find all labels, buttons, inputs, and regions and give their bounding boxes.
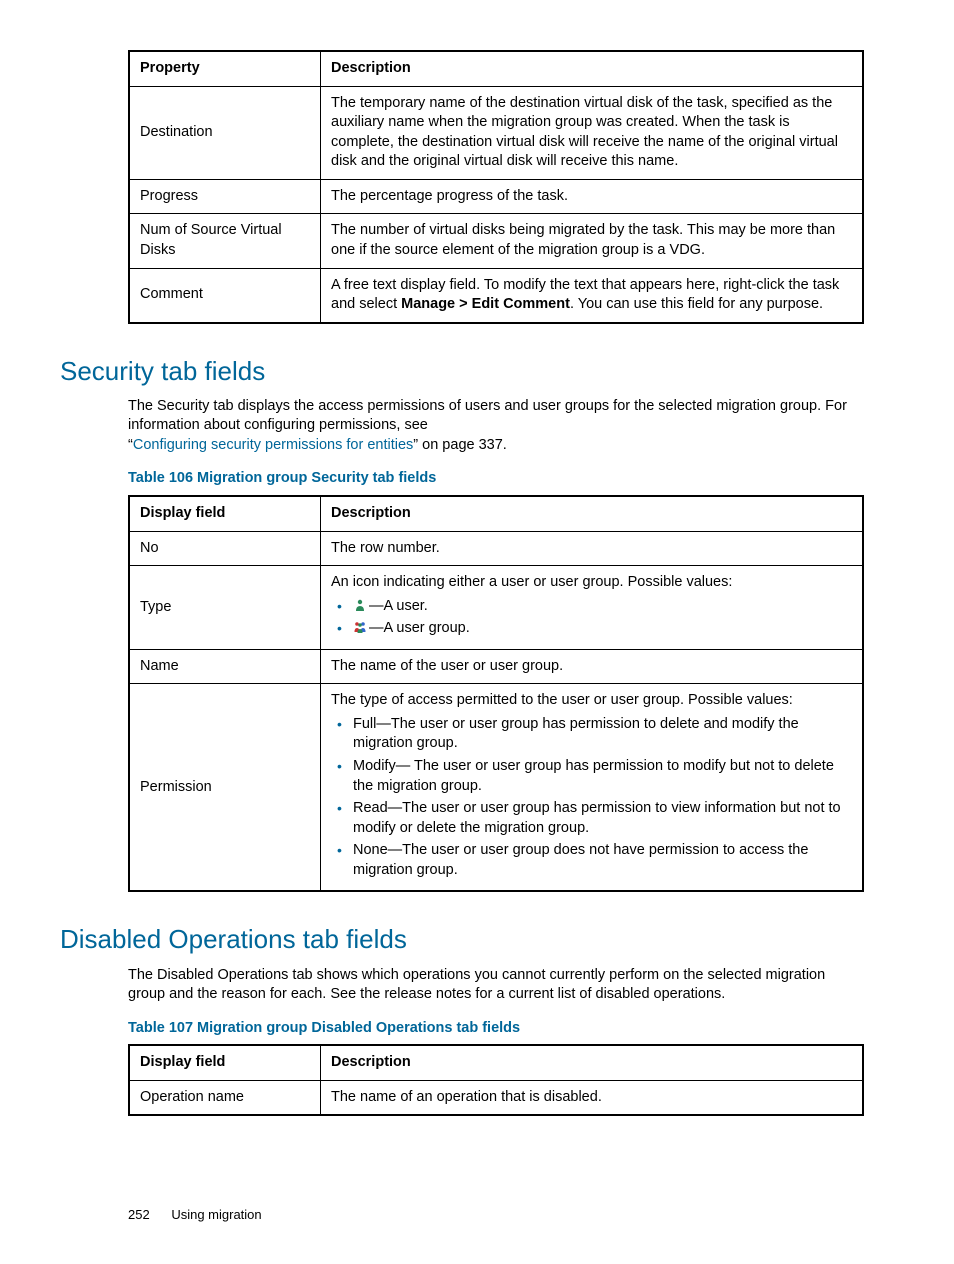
page-footer: 252 Using migration — [128, 1206, 864, 1224]
table-caption: Table 106 Migration group Security tab f… — [128, 469, 864, 489]
table-row: Operation name The name of an operation … — [129, 1080, 863, 1115]
col-description: Description — [321, 1045, 864, 1080]
text: ” on page 337. — [413, 437, 507, 453]
security-table: Display field Description No The row num… — [128, 495, 864, 892]
cell-display-field: Type — [129, 566, 321, 650]
list-item: —A user. — [335, 597, 852, 617]
col-description: Description — [321, 51, 864, 86]
cell-description: An icon indicating either a user or user… — [321, 566, 864, 650]
table-caption: Table 107 Migration group Disabled Opera… — [128, 1019, 864, 1039]
link-configuring-security[interactable]: Configuring security permissions for ent… — [133, 437, 413, 453]
cell-property: Destination — [129, 86, 321, 179]
table-row: Progress The percentage progress of the … — [129, 179, 863, 214]
col-display-field: Display field — [129, 1045, 321, 1080]
list-item: Full—The user or user group has permissi… — [335, 715, 852, 754]
table-header-row: Property Description — [129, 51, 863, 86]
cell-display-field: Operation name — [129, 1080, 321, 1115]
user-group-icon — [353, 620, 367, 634]
table-row: Comment A free text display field. To mo… — [129, 268, 863, 323]
table-row: Name The name of the user or user group. — [129, 649, 863, 684]
list-item: Modify— The user or user group has permi… — [335, 757, 852, 796]
cell-description: The temporary name of the destination vi… — [321, 86, 864, 179]
cell-description: The row number. — [321, 531, 864, 566]
disabled-ops-table: Display field Description Operation name… — [128, 1044, 864, 1116]
col-display-field: Display field — [129, 496, 321, 531]
table-header-row: Display field Description — [129, 496, 863, 531]
cell-display-field: Permission — [129, 684, 321, 892]
bold-text: Manage > Edit Comment — [401, 296, 570, 312]
col-description: Description — [321, 496, 864, 531]
cell-property: Comment — [129, 268, 321, 323]
bullet-list: Full—The user or user group has permissi… — [331, 715, 852, 881]
table-header-row: Display field Description — [129, 1045, 863, 1080]
cell-property: Num of Source Virtual Disks — [129, 214, 321, 268]
table-row: Type An icon indicating either a user or… — [129, 566, 863, 650]
cell-display-field: No — [129, 531, 321, 566]
list-item: None—The user or user group does not hav… — [335, 841, 852, 880]
text: —A user group. — [369, 620, 470, 636]
text: An icon indicating either a user or user… — [331, 574, 732, 590]
list-item: Read—The user or user group has permissi… — [335, 799, 852, 838]
property-table: Property Description Destination The tem… — [128, 50, 864, 324]
paragraph: The Security tab displays the access per… — [128, 397, 864, 456]
page-content: Property Description Destination The tem… — [128, 50, 864, 1224]
heading-security-tab-fields: Security tab fields — [60, 354, 864, 389]
col-property: Property — [129, 51, 321, 86]
cell-display-field: Name — [129, 649, 321, 684]
table-row: Destination The temporary name of the de… — [129, 86, 863, 179]
cell-description: The name of an operation that is disable… — [321, 1080, 864, 1115]
cell-description: The name of the user or user group. — [321, 649, 864, 684]
text: The type of access permitted to the user… — [331, 692, 793, 708]
user-icon — [353, 598, 367, 612]
chapter-title: Using migration — [171, 1207, 261, 1222]
paragraph: The Disabled Operations tab shows which … — [128, 966, 864, 1005]
cell-description: The type of access permitted to the user… — [321, 684, 864, 892]
cell-description: A free text display field. To modify the… — [321, 268, 864, 323]
list-item: —A user group. — [335, 619, 852, 639]
heading-disabled-operations: Disabled Operations tab fields — [60, 922, 864, 957]
page-number: 252 — [128, 1207, 150, 1222]
table-row: No The row number. — [129, 531, 863, 566]
table-row: Permission The type of access permitted … — [129, 684, 863, 892]
cell-property: Progress — [129, 179, 321, 214]
text: —A user. — [369, 598, 428, 614]
text: The Security tab displays the access per… — [128, 398, 847, 434]
text: . You can use this field for any purpose… — [570, 296, 823, 312]
cell-description: The percentage progress of the task. — [321, 179, 864, 214]
table-row: Num of Source Virtual Disks The number o… — [129, 214, 863, 268]
bullet-list: —A user. —A user group. — [331, 597, 852, 639]
cell-description: The number of virtual disks being migrat… — [321, 214, 864, 268]
